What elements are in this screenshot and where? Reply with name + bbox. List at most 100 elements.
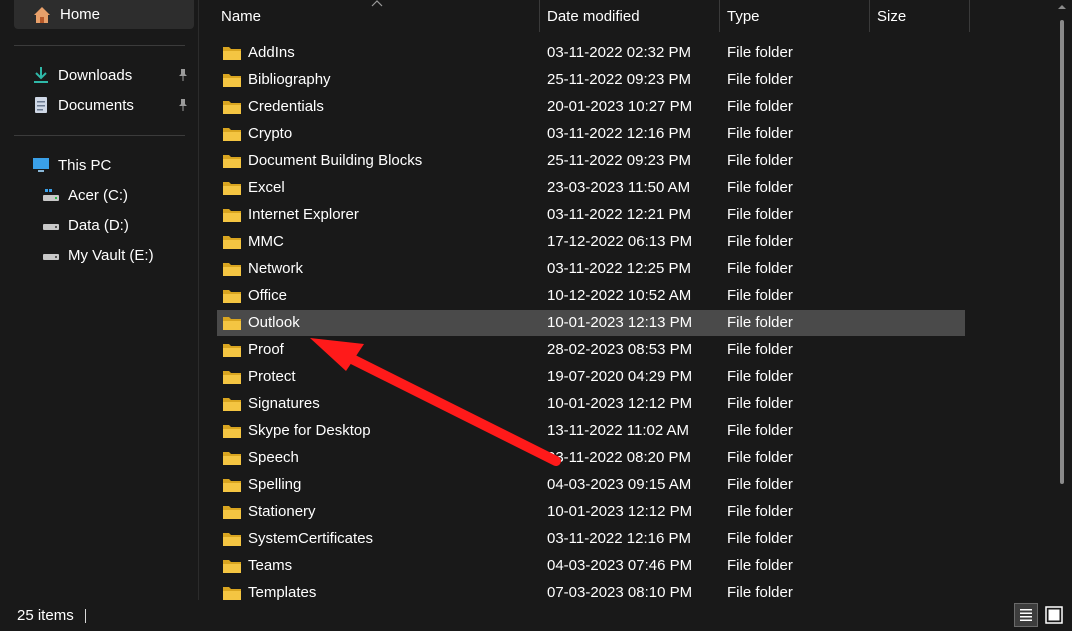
- file-row[interactable]: Speech 03-11-2022 08:20 PM File folder: [217, 445, 965, 471]
- file-row[interactable]: Signatures 10-01-2023 12:12 PM File folder: [217, 391, 965, 417]
- file-date-modified: 03-11-2022 08:20 PM: [547, 449, 691, 466]
- column-header-row: Name Date modified Type Size: [199, 0, 970, 32]
- column-header-type[interactable]: Type: [720, 0, 869, 32]
- file-row[interactable]: Spelling 04-03-2023 09:15 AM File folder: [217, 472, 965, 498]
- nav-item-home[interactable]: Home: [14, 0, 194, 29]
- file-row[interactable]: Office 10-12-2022 10:52 AM File folder: [217, 283, 965, 309]
- file-row[interactable]: SystemCertificates 03-11-2022 12:16 PM Fil…: [217, 526, 965, 552]
- nav-item-drive-e[interactable]: My Vault (E:): [28, 240, 194, 270]
- file-name: Teams: [248, 557, 293, 574]
- sort-ascending-icon: [371, 0, 383, 7]
- file-name: Network: [248, 260, 304, 277]
- file-type: File folder: [727, 233, 793, 250]
- item-count: 25 items: [17, 607, 74, 624]
- file-type: File folder: [727, 125, 793, 142]
- file-name: AddIns: [248, 44, 295, 61]
- file-row[interactable]: Protect 19-07-2020 04:29 PM File folder: [217, 364, 965, 390]
- file-name: Crypto: [248, 125, 293, 142]
- file-date-modified: 28-02-2023 08:53 PM: [547, 341, 693, 358]
- file-date-modified: 23-03-2023 11:50 AM: [547, 179, 691, 196]
- file-name: Internet Explorer: [248, 206, 359, 223]
- folder-icon: [223, 182, 241, 195]
- status-separator: [85, 609, 86, 623]
- navigation-pane: Home Downloads Documents This PC Acer (C…: [0, 0, 198, 600]
- pin-icon[interactable]: [176, 98, 190, 112]
- scroll-up-icon[interactable]: [1057, 2, 1067, 12]
- file-date-modified: 03-11-2022 12:16 PM: [547, 125, 691, 142]
- folder-icon: [223, 560, 241, 573]
- file-row[interactable]: Crypto 03-11-2022 12:16 PM File folder: [217, 121, 965, 147]
- drive-icon: [43, 189, 59, 201]
- folder-icon: [223, 371, 241, 384]
- file-row[interactable]: Teams 04-03-2023 07:46 PM File folder: [217, 553, 965, 579]
- folder-icon: [223, 587, 241, 600]
- details-view-button[interactable]: [1014, 603, 1038, 627]
- file-date-modified: 25-11-2022 09:23 PM: [547, 152, 691, 169]
- folder-icon: [223, 425, 241, 438]
- file-row[interactable]: Stationery 10-01-2023 12:12 PM File folder: [217, 499, 965, 525]
- file-row[interactable]: Outlook 10-01-2023 12:13 PM File folder: [217, 310, 965, 336]
- pin-icon[interactable]: [176, 68, 190, 82]
- file-type: File folder: [727, 422, 793, 439]
- file-row[interactable]: Bibliography 25-11-2022 09:23 PM File fold…: [217, 67, 965, 93]
- folder-icon: [223, 533, 241, 546]
- folder-icon: [223, 506, 241, 519]
- file-row[interactable]: Proof 28-02-2023 08:53 PM File folder: [217, 337, 965, 363]
- file-name: Stationery: [248, 503, 316, 520]
- file-row[interactable]: MMC 17-12-2022 06:13 PM File folder: [217, 229, 965, 255]
- column-header-size[interactable]: Size: [870, 0, 969, 32]
- folder-icon: [223, 479, 241, 492]
- file-type: File folder: [727, 71, 793, 88]
- file-name: Document Building Blocks: [248, 152, 423, 169]
- file-type: File folder: [727, 314, 793, 331]
- nav-item-drive-c[interactable]: Acer (C:): [28, 180, 194, 210]
- column-resize-handle[interactable]: [969, 0, 970, 32]
- column-header-label: Name: [221, 8, 262, 25]
- file-date-modified: 25-11-2022 09:23 PM: [547, 71, 691, 88]
- file-row[interactable]: Document Building Blocks 25-11-2022 09:23…: [217, 148, 965, 174]
- file-name: Office: [248, 287, 287, 304]
- file-date-modified: 13-11-2022 11:02 AM: [547, 422, 690, 439]
- file-date-modified: 17-12-2022 06:13 PM: [547, 233, 693, 250]
- home-icon: [34, 6, 50, 23]
- file-row[interactable]: Internet Explorer 03-11-2022 12:21 PM File…: [217, 202, 965, 228]
- file-name: Skype for Desktop: [248, 422, 371, 439]
- file-row[interactable]: Skype for Desktop 13-11-2022 11:02 AM File…: [217, 418, 965, 444]
- file-date-modified: 03-11-2022 12:16 PM: [547, 530, 691, 547]
- file-row[interactable]: AddIns 03-11-2022 02:32 PM File folder: [217, 40, 965, 66]
- nav-item-label: Data (D:): [68, 216, 129, 234]
- file-type: File folder: [727, 530, 793, 547]
- large-icons-view-button[interactable]: [1042, 603, 1066, 627]
- drive-icon: [43, 224, 59, 230]
- drive-icon: [43, 254, 59, 260]
- folder-icon: [223, 47, 241, 60]
- file-list-pane: Name Date modified Type Size AddIns 03-11…: [199, 0, 1072, 601]
- file-name: Excel: [248, 179, 285, 196]
- nav-item-this-pc[interactable]: This PC: [14, 150, 194, 180]
- details-view-icon: [1020, 609, 1032, 621]
- file-name: Spelling: [248, 476, 302, 493]
- nav-item-label: My Vault (E:): [68, 246, 154, 264]
- file-row[interactable]: Network 03-11-2022 12:25 PM File folder: [217, 256, 965, 282]
- nav-item-drive-d[interactable]: Data (D:): [28, 210, 194, 240]
- folder-icon: [223, 290, 241, 303]
- file-type: File folder: [727, 260, 793, 277]
- file-row[interactable]: Excel 23-03-2023 11:50 AM File folder: [217, 175, 965, 201]
- file-type: File folder: [727, 341, 793, 358]
- nav-item-label: Acer (C:): [68, 186, 128, 204]
- vertical-scrollbar-thumb[interactable]: [1060, 20, 1064, 484]
- divider: [14, 135, 185, 136]
- file-name: SystemCertificates: [248, 530, 374, 547]
- folder-icon: [223, 317, 241, 330]
- column-header-date[interactable]: Date modified: [540, 0, 719, 32]
- file-date-modified: 03-11-2022 12:25 PM: [547, 260, 691, 277]
- folder-icon: [223, 452, 241, 465]
- folder-icon: [223, 398, 241, 411]
- nav-item-downloads[interactable]: Downloads: [14, 60, 194, 90]
- status-bar: 25 items: [0, 600, 1072, 630]
- column-header-label: Date modified: [547, 8, 640, 25]
- nav-item-documents[interactable]: Documents: [14, 90, 194, 120]
- file-row[interactable]: Credentials 20-01-2023 10:27 PM File folde…: [217, 94, 965, 120]
- folder-icon: [223, 101, 241, 114]
- file-type: File folder: [727, 449, 793, 466]
